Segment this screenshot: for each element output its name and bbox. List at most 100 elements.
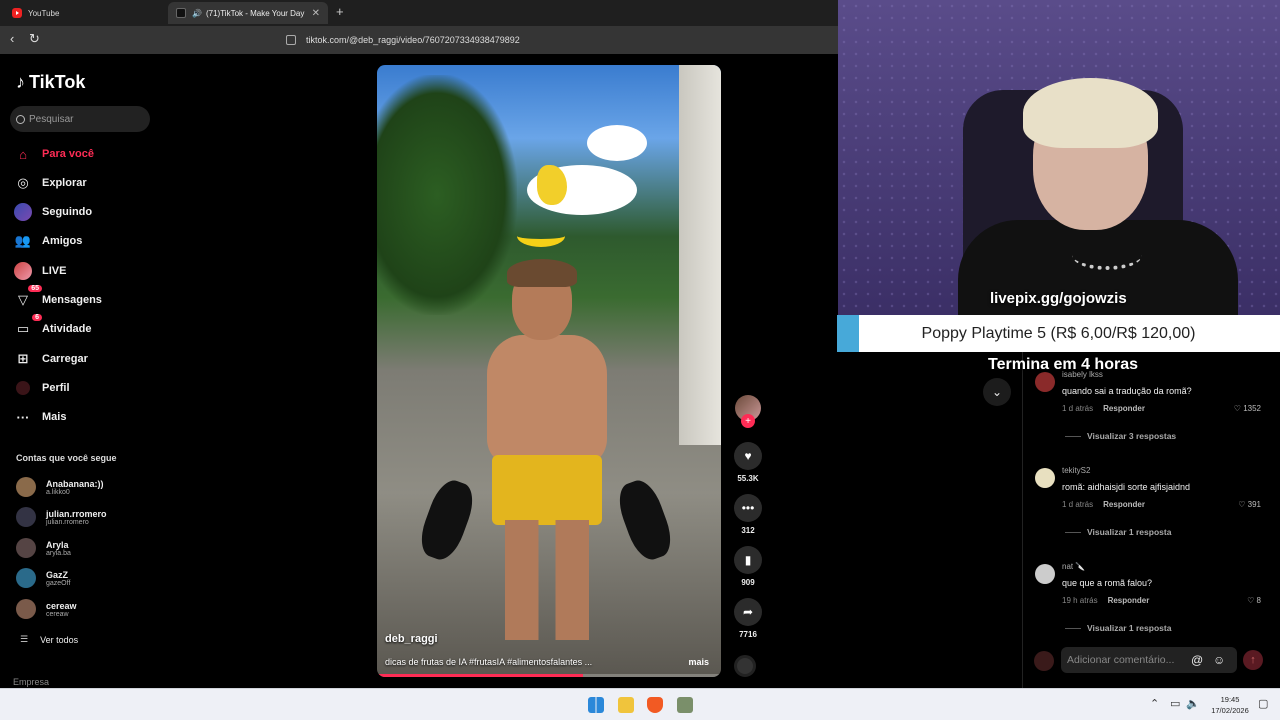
speaker-icon[interactable]: 🔊 <box>192 9 202 18</box>
app-icon[interactable] <box>677 697 693 713</box>
volume-icon[interactable]: 🔈 <box>1186 697 1200 710</box>
following-icon <box>14 203 32 221</box>
sidebar-item-label: Amigos <box>42 235 83 247</box>
search-input[interactable]: Pesquisar <box>10 106 150 132</box>
following-account[interactable]: Aryla aryla.ba <box>16 538 71 558</box>
like-button[interactable]: ♥ 55.3K <box>730 442 766 483</box>
account-name: Anabanana:)) <box>46 478 104 489</box>
emoji-icon[interactable]: ☺ <box>1213 653 1225 667</box>
reply-button[interactable]: Responder <box>1103 404 1145 413</box>
sidebar-item-mais[interactable]: ··· Mais <box>14 406 67 428</box>
tiktok-logo[interactable]: ♪ TikTok <box>16 72 85 93</box>
account-handle: gazeOff <box>46 579 71 587</box>
video-person <box>414 239 678 665</box>
comment-count: 312 <box>741 526 755 535</box>
following-account[interactable]: Anabanana:)) a.likko0 <box>16 477 104 497</box>
notification-icon[interactable]: ▢ <box>1258 697 1268 710</box>
streamer-hair <box>1023 78 1158 148</box>
video-progress-bar[interactable] <box>377 674 721 677</box>
upload-icon: ⊞ <box>17 351 29 366</box>
reply-button[interactable]: Responder <box>1103 500 1145 509</box>
comment-user[interactable]: nat 🔪 <box>1062 562 1085 571</box>
comment-like-button[interactable]: ♡ 391 <box>1238 500 1261 509</box>
follow-plus-icon[interactable]: + <box>741 414 755 428</box>
livepix-link-text: livepix.gg/gojowzis <box>990 290 1127 307</box>
view-replies-button[interactable]: Visualizar 1 resposta <box>1065 623 1171 633</box>
following-account[interactable]: julian.rromero julian.rromero <box>16 507 107 527</box>
profile-icon <box>14 379 32 397</box>
post-comment-button[interactable]: ↑ <box>1243 650 1263 670</box>
sidebar-item-amigos[interactable]: 👥 Amigos <box>14 230 82 252</box>
account-handle: julian.rromero <box>46 518 89 526</box>
tab-tiktok[interactable]: 🔊 (71)TikTok - Make Your Day ✕ <box>168 2 328 24</box>
back-icon[interactable]: ‹ <box>10 31 14 46</box>
sidebar-item-seguindo[interactable]: Seguindo <box>14 201 92 223</box>
account-handle: a.likko0 <box>46 488 70 496</box>
comment-like-button[interactable]: ♡ 1352 <box>1234 404 1261 413</box>
avatar <box>16 568 36 588</box>
comment-like-count: 8 <box>1256 596 1261 605</box>
mention-icon[interactable]: @ <box>1191 653 1203 667</box>
donation-goal-bar: Poppy Playtime 5 (R$ 6,00/R$ 120,00) <box>837 315 1280 352</box>
address-bar[interactable]: tiktok.com/@deb_raggi/video/760720733493… <box>280 30 830 50</box>
see-all-button[interactable]: ☰ Ver todos <box>20 634 78 645</box>
close-tab-icon[interactable]: ✕ <box>312 8 320 19</box>
sidebar-item-mensagens[interactable]: ▽ 65 Mensagens <box>14 285 102 311</box>
avatar <box>16 507 36 527</box>
chevron-down-icon[interactable]: ⌄ <box>983 378 1011 406</box>
tiktok-favicon-icon <box>176 8 186 18</box>
following-section-title: Contas que você segue <box>16 453 117 463</box>
chevron-up-icon[interactable]: ⌃ <box>1150 697 1159 710</box>
share-button[interactable]: ➦ 7716 <box>730 598 766 639</box>
home-icon: ⌂ <box>19 146 27 162</box>
network-icon[interactable]: ▭ <box>1170 697 1180 710</box>
reply-button[interactable]: Responder <box>1108 596 1150 605</box>
music-disc-icon[interactable] <box>734 655 756 677</box>
sidebar-item-para-voce[interactable]: ⌂ Para você <box>14 143 94 165</box>
avatar <box>16 599 36 619</box>
sidebar-item-atividade[interactable]: ▭ 6 Atividade <box>14 314 92 340</box>
avatar[interactable] <box>1035 564 1055 584</box>
tab-youtube[interactable]: YouTube <box>4 2 164 24</box>
video-author[interactable]: deb_raggi <box>385 633 438 645</box>
sidebar-item-carregar[interactable]: ⊞ Carregar <box>14 348 88 370</box>
windows-start-icon[interactable] <box>588 697 604 713</box>
sidebar-item-live[interactable]: LIVE <box>14 260 66 282</box>
view-replies-button[interactable]: Visualizar 3 respostas <box>1065 431 1176 441</box>
caption-more-button[interactable]: mais <box>688 657 709 667</box>
friends-icon: 👥 <box>14 233 32 248</box>
comment-user[interactable]: tekityS2 <box>1062 466 1090 475</box>
share-icon: ➦ <box>734 598 762 626</box>
following-account[interactable]: cereaw cereaw <box>16 599 77 619</box>
compass-icon: ◎ <box>17 175 29 190</box>
avatar <box>16 538 36 558</box>
view-replies-button[interactable]: Visualizar 1 resposta <box>1065 527 1171 537</box>
sidebar-item-explorar[interactable]: ◎ Explorar <box>14 172 87 194</box>
file-explorer-icon[interactable] <box>618 697 634 713</box>
webcam-overlay <box>838 0 1280 315</box>
comment-like-button[interactable]: ♡ 8 <box>1247 596 1261 605</box>
avatar[interactable] <box>1035 468 1055 488</box>
brave-browser-icon[interactable] <box>647 697 663 713</box>
reload-icon[interactable]: ↻ <box>29 31 40 47</box>
system-clock[interactable]: 19:45 17/02/2026 <box>1202 694 1258 716</box>
video-player[interactable]: deb_raggi dicas de frutas de IA #frutasI… <box>377 65 721 677</box>
avatar <box>1034 651 1054 671</box>
tab-label: YouTube <box>28 8 60 18</box>
avatar[interactable] <box>1035 372 1055 392</box>
save-button[interactable]: ▮ 909 <box>730 546 766 587</box>
footer-link-empresa[interactable]: Empresa <box>13 677 49 687</box>
following-account[interactable]: GazZ gazeOff <box>16 568 70 588</box>
new-tab-button[interactable]: + <box>336 4 344 19</box>
site-settings-icon[interactable] <box>286 35 296 45</box>
cloud-shape <box>587 125 647 161</box>
comment-button[interactable]: ••• 312 <box>730 494 766 535</box>
sidebar-item-label: Explorar <box>42 177 87 189</box>
bookmark-icon: ▮ <box>734 546 762 574</box>
sidebar-item-perfil[interactable]: Perfil <box>14 377 70 399</box>
creator-avatar-button[interactable]: + <box>730 395 766 428</box>
sidebar-item-label: Carregar <box>42 353 88 365</box>
comment-input[interactable]: Adicionar comentário... @ ☺ <box>1061 647 1237 673</box>
goal-progress-fill <box>837 315 859 352</box>
search-placeholder: Pesquisar <box>29 113 74 125</box>
